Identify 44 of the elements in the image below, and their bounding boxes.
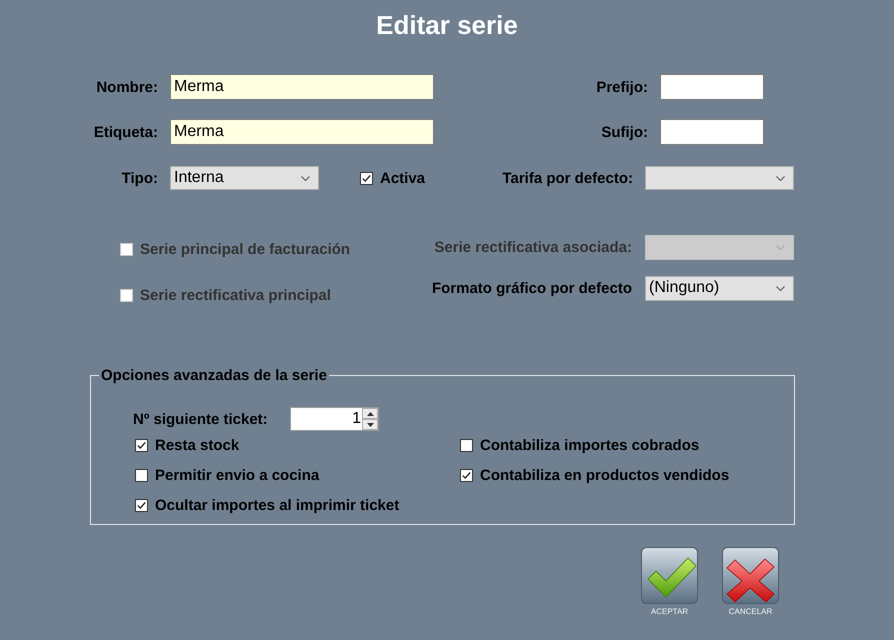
input-field[interactable] xyxy=(660,74,764,100)
field-label: Prefijo: xyxy=(596,78,648,96)
window-title: Editar serie xyxy=(376,10,518,40)
checkbox-label: Resta stock xyxy=(155,436,240,454)
checkbox[interactable] xyxy=(135,498,148,512)
spin-down-button[interactable] xyxy=(362,419,378,430)
checkbox[interactable] xyxy=(460,438,473,452)
checkbox[interactable] xyxy=(460,468,473,482)
field-label: Formato gráfico por defecto xyxy=(432,280,632,296)
cancel-button[interactable]: CANCELAR xyxy=(722,547,779,616)
number-spinner[interactable]: 1 xyxy=(290,407,379,431)
checkbox-label: Contabiliza importes cobrados xyxy=(480,436,700,454)
checkbox-label: Ocultar importes al imprimir ticket xyxy=(155,496,400,514)
checkbox[interactable] xyxy=(360,172,373,184)
checkbox[interactable] xyxy=(135,438,148,452)
field-label: Sufijo: xyxy=(601,124,648,140)
accept-button[interactable]: ACEPTAR xyxy=(641,547,698,616)
chevron-down-icon xyxy=(776,176,785,180)
spin-up-button[interactable] xyxy=(362,408,378,419)
dropdown[interactable]: Interna xyxy=(170,166,319,190)
field-label: Nombre: xyxy=(96,78,158,96)
checkbox[interactable] xyxy=(135,468,148,482)
checkbox-label: Serie principal de facturación xyxy=(140,240,350,258)
field-label: Tipo: xyxy=(122,170,158,186)
dropdown[interactable]: (Ninguno) xyxy=(645,276,794,300)
caret-up-icon xyxy=(366,412,374,416)
caret-down-icon xyxy=(366,422,374,426)
field-label: Serie rectificativa asociada: xyxy=(434,238,632,256)
check-icon xyxy=(641,547,698,604)
chevron-down-icon xyxy=(776,286,785,290)
input-field[interactable] xyxy=(660,119,764,145)
field-label: Tarifa por defecto: xyxy=(502,170,633,186)
field-label: Nº siguiente ticket: xyxy=(133,410,268,428)
checkbox-label: Activa xyxy=(380,170,426,186)
input-field[interactable]: Merma xyxy=(170,74,434,100)
chevron-down-icon xyxy=(301,176,310,180)
input-field[interactable]: Merma xyxy=(170,119,434,145)
checkbox-label: Permitir envio a cocina xyxy=(155,466,320,484)
chevron-down-icon xyxy=(776,244,785,250)
cross-icon xyxy=(722,547,779,604)
panel-title: Opciones avanzadas de la serie xyxy=(100,367,328,384)
field-label: Etiqueta: xyxy=(94,124,158,140)
checkbox-label: Contabiliza en productos vendidos xyxy=(480,466,730,484)
checkbox-label: Serie rectificativa principal xyxy=(140,286,331,304)
